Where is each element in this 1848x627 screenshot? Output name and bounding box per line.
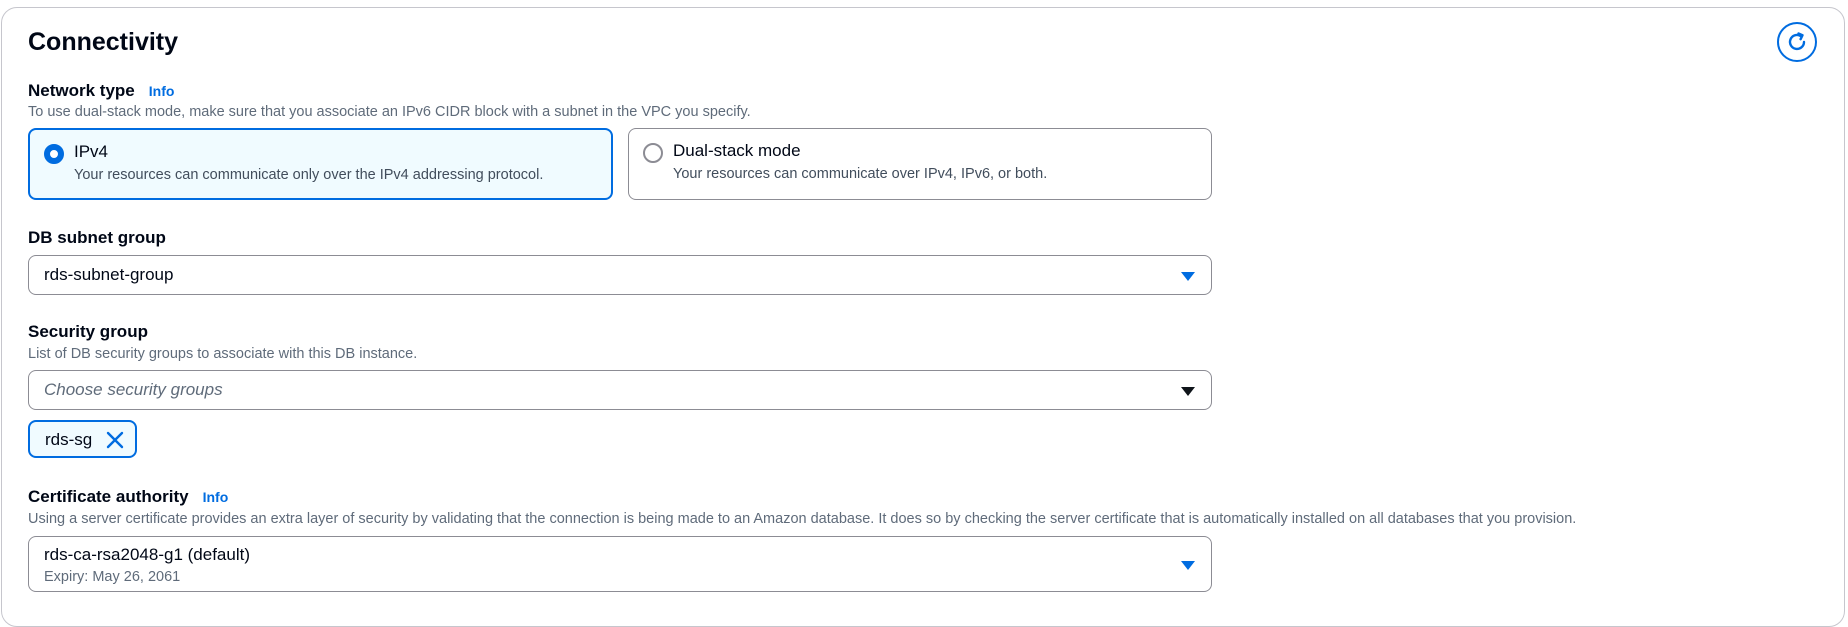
db-subnet-group-select[interactable]: rds-subnet-group — [28, 255, 1212, 295]
certificate-authority-value: rds-ca-rsa2048-g1 (default) — [44, 545, 250, 564]
network-type-description: To use dual-stack mode, make sure that y… — [28, 104, 751, 120]
radio-ipv4-description: Your resources can communicate only over… — [74, 167, 544, 183]
radio-button-unselected[interactable] — [643, 143, 663, 163]
certificate-authority-label: Certificate authority Info — [28, 487, 228, 507]
radio-ipv4-title: IPv4 — [74, 142, 109, 161]
caret-down-icon — [1181, 387, 1195, 396]
refresh-icon — [1788, 32, 1806, 51]
radio-dual-stack-title: Dual-stack mode — [673, 141, 801, 160]
radio-button-selected[interactable] — [44, 144, 64, 164]
db-subnet-group-label: DB subnet group — [28, 228, 166, 247]
caret-down-icon — [1181, 272, 1195, 281]
connectivity-panel — [1, 7, 1845, 627]
certificate-authority-description: Using a server certificate provides an e… — [28, 511, 1577, 527]
network-type-info-link[interactable]: Info — [149, 83, 175, 99]
network-type-label-text: Network type — [28, 81, 135, 100]
close-icon[interactable] — [106, 431, 124, 449]
security-group-placeholder: Choose security groups — [44, 380, 223, 399]
security-group-description: List of DB security groups to associate … — [28, 346, 418, 362]
certificate-authority-info-link[interactable]: Info — [203, 489, 229, 505]
certificate-expiry: Expiry: May 26, 2061 — [44, 569, 181, 585]
certificate-authority-select[interactable]: rds-ca-rsa2048-g1 (default) Expiry: May … — [28, 536, 1212, 592]
caret-down-icon — [1181, 561, 1195, 570]
network-type-label: Network type Info — [28, 81, 174, 101]
section-title: Connectivity — [28, 28, 179, 56]
security-group-token: rds-sg — [28, 420, 137, 458]
token-label: rds-sg — [45, 430, 93, 449]
radio-dual-stack[interactable]: Dual-stack mode Your resources can commu… — [628, 128, 1212, 200]
security-group-select[interactable]: Choose security groups — [28, 370, 1212, 410]
security-group-label: Security group — [28, 322, 148, 341]
db-subnet-group-value: rds-subnet-group — [44, 265, 174, 284]
refresh-button[interactable] — [1777, 22, 1817, 62]
certificate-authority-label-text: Certificate authority — [28, 487, 189, 506]
radio-ipv4[interactable]: IPv4 Your resources can communicate only… — [28, 128, 613, 200]
radio-dual-stack-description: Your resources can communicate over IPv4… — [673, 166, 1048, 182]
